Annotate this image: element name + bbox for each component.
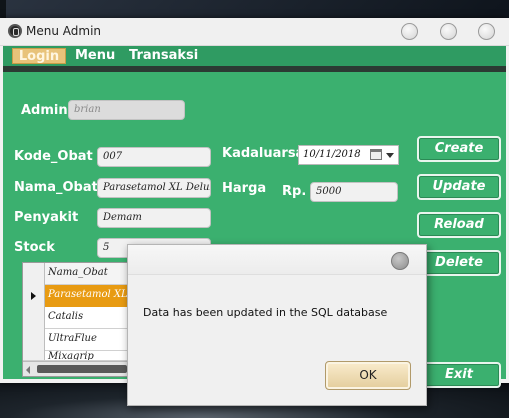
kadaluarsa-field[interactable]: 10/11/2018 <box>298 145 399 165</box>
scroll-left-icon[interactable] <box>26 366 30 374</box>
admin-label: Admin <box>21 103 68 118</box>
penyakit-field[interactable]: Demam <box>97 208 211 228</box>
currency-label: Rp. <box>282 184 307 199</box>
table-row[interactable]: UltraFlue <box>23 329 131 351</box>
update-button[interactable]: Update <box>417 174 501 200</box>
table-header-nama-obat[interactable]: Nama_Obat <box>45 263 131 285</box>
table-cell[interactable]: Parasetamol XL Deluxe <box>45 285 131 307</box>
horizontal-scrollbar[interactable] <box>23 361 131 376</box>
obat-table: Nama_Obat Parasetamol XL Deluxe Catalis … <box>22 262 132 377</box>
menu-transaksi[interactable]: Transaksi <box>125 48 202 64</box>
admin-field: brian <box>68 100 185 120</box>
nama-obat-field[interactable]: Parasetamol XL Deluxe <box>97 178 211 198</box>
stock-label: Stock <box>14 240 55 255</box>
row-header[interactable] <box>23 285 45 307</box>
close-button[interactable] <box>478 23 495 40</box>
kode-obat-label: Kode_Obat <box>14 149 93 164</box>
dialog-titlebar[interactable] <box>128 245 426 275</box>
dialog-close-button[interactable] <box>391 252 409 270</box>
table-row[interactable]: Catalis <box>23 307 131 329</box>
menu-bar: Login Menu Transaksi <box>3 46 506 66</box>
penyakit-label: Penyakit <box>14 210 79 225</box>
table-cell[interactable]: Catalis <box>45 307 131 329</box>
scrollbar-thumb[interactable] <box>37 365 127 373</box>
reload-button[interactable]: Reload <box>417 212 501 238</box>
current-row-icon <box>31 292 36 300</box>
menu-login[interactable]: Login <box>12 48 66 64</box>
table-row[interactable]: Parasetamol XL Deluxe <box>23 285 131 307</box>
row-header[interactable] <box>23 307 45 329</box>
kadaluarsa-label: Kadaluarsa <box>222 146 305 161</box>
exit-button[interactable]: Exit <box>417 362 501 388</box>
ok-button[interactable]: OK <box>325 361 411 390</box>
harga-label: Harga <box>222 181 267 196</box>
calendar-icon[interactable] <box>370 149 382 160</box>
harga-field[interactable]: 5000 <box>310 182 398 202</box>
nama-obat-label: Nama_Obat <box>14 180 98 195</box>
table-header-row: Nama_Obat <box>23 263 131 285</box>
window-titlebar[interactable]: Menu Admin <box>0 18 509 46</box>
message-dialog: Data has been updated in the SQL databas… <box>127 244 427 406</box>
menu-menu[interactable]: Menu <box>71 48 119 64</box>
minimize-button[interactable] <box>401 23 418 40</box>
table-row[interactable]: Mixagrip <box>23 351 131 361</box>
row-header[interactable] <box>23 351 45 360</box>
maximize-button[interactable] <box>440 23 457 40</box>
kode-obat-field[interactable]: 007 <box>97 147 211 167</box>
table-cell[interactable]: Mixagrip <box>45 351 131 360</box>
delete-button[interactable]: Delete <box>417 250 501 276</box>
dialog-message: Data has been updated in the SQL databas… <box>143 306 388 319</box>
table-corner <box>23 263 45 285</box>
create-button[interactable]: Create <box>417 136 501 162</box>
chevron-down-icon[interactable] <box>386 153 394 158</box>
java-app-icon <box>8 24 22 38</box>
window-title: Menu Admin <box>26 24 102 38</box>
table-cell[interactable]: UltraFlue <box>45 329 131 351</box>
row-header[interactable] <box>23 329 45 351</box>
